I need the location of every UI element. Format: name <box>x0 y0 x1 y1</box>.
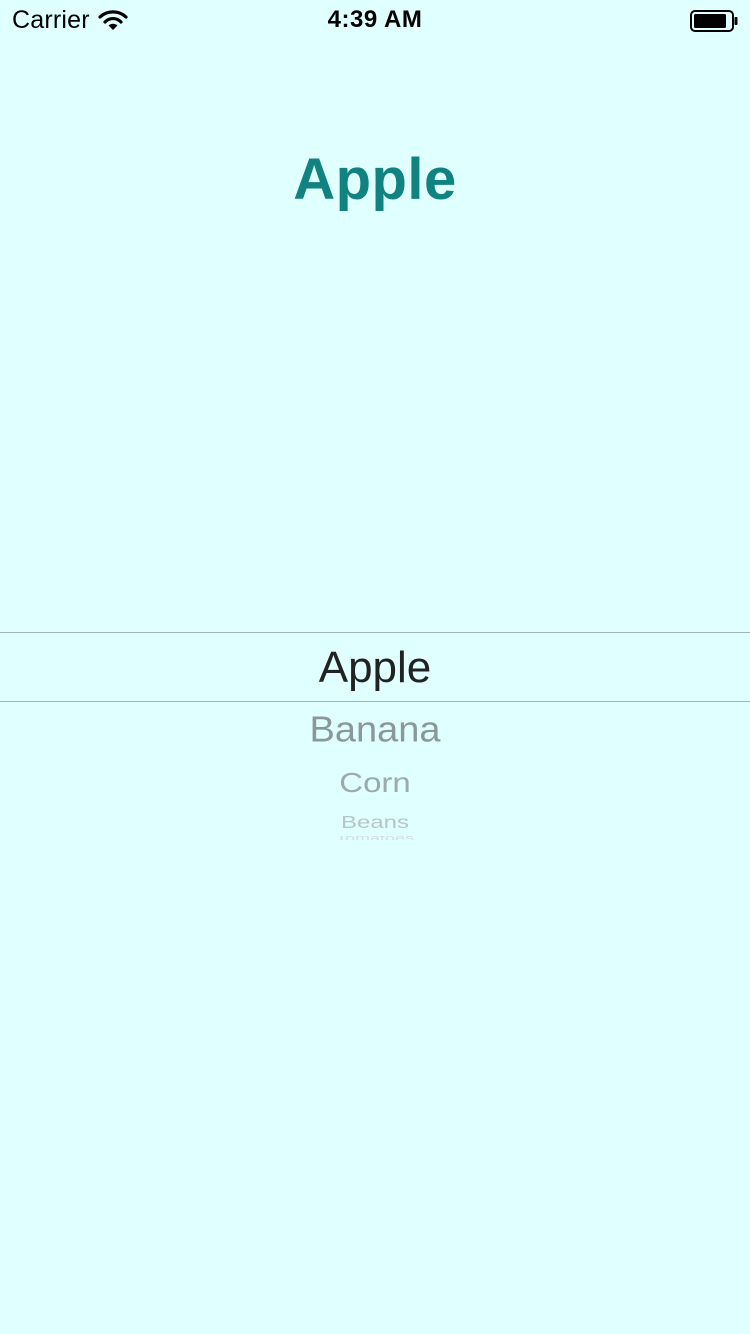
status-time: 4:39 AM <box>327 6 423 33</box>
picker-selection-bottom-divider <box>0 701 750 702</box>
picker-item[interactable]: Corn <box>0 765 750 800</box>
picker-selection-top-divider <box>0 632 750 633</box>
picker-item[interactable]: Tomatoes <box>0 836 750 840</box>
picker-item[interactable]: Beans <box>0 812 750 834</box>
picker-item[interactable]: Banana <box>0 707 750 752</box>
page-title: Apple <box>293 147 457 212</box>
status-bar: Carrier 4:39 AM <box>0 0 750 40</box>
battery-icon <box>690 10 738 32</box>
picker-item-selected[interactable]: Apple <box>0 640 750 696</box>
fruit-picker[interactable]: Apple Banana Corn Beans Tomatoes <box>0 540 750 870</box>
